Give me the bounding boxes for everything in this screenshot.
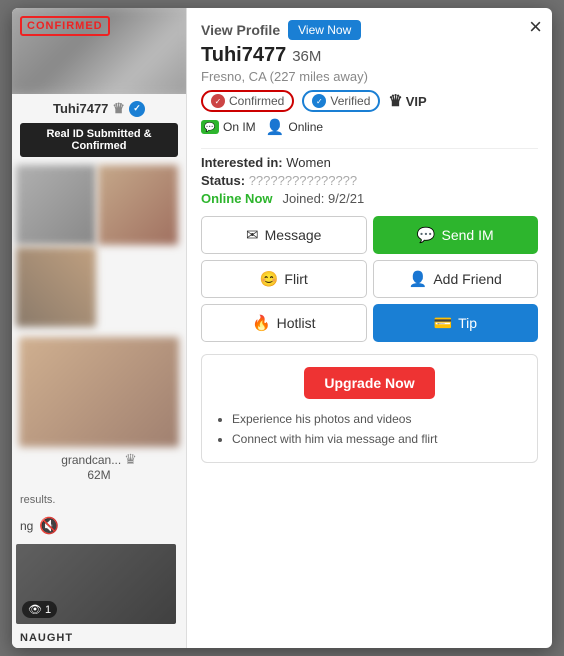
sidebar: CONFIRMED Tuhi7477 ♛ ✓ Real ID Submitted…	[12, 8, 187, 648]
on-im-label: On IM	[223, 120, 256, 134]
smile-icon: 😊	[260, 270, 279, 288]
notif-text: ng	[20, 519, 33, 533]
vip-badge: ♛ VIP	[388, 91, 426, 111]
sidebar-photo-1[interactable]	[16, 165, 96, 245]
mute-icon: 🔇	[39, 516, 59, 536]
joined-date: 9/2/21	[328, 191, 364, 206]
confirm-check-icon: ✓	[211, 94, 225, 108]
upgrade-item-1: Experience his photos and videos	[232, 409, 525, 429]
sidebar-username: Tuhi7477	[53, 101, 108, 116]
eye-icon: 👁	[28, 603, 42, 616]
im-icon: 💬	[201, 120, 219, 134]
upgrade-item-2: Connect with him via message and flirt	[232, 429, 525, 449]
view-now-button[interactable]: View Now	[288, 20, 361, 40]
profile-modal: CONFIRMED Tuhi7477 ♛ ✓ Real ID Submitted…	[12, 8, 552, 648]
divider	[201, 148, 538, 149]
chat-icon: 💬	[417, 226, 436, 244]
header-row: View Profile View Now	[201, 20, 538, 40]
vip-label: VIP	[406, 94, 427, 109]
vip-crown-icon: ♛	[388, 91, 402, 111]
tip-icon: 💳	[433, 314, 452, 332]
sidebar-user2-age: 62M	[87, 468, 110, 482]
username-row: Tuhi7477 36M	[201, 44, 538, 67]
real-id-badge: Real ID Submitted & Confirmed	[20, 123, 178, 157]
upgrade-list: Experience his photos and videos Connect…	[214, 409, 525, 450]
action-buttons: ✉ Message 💬 Send IM 😊 Flirt 👤 Add Friend	[201, 216, 538, 342]
sidebar-photo-3[interactable]	[16, 247, 96, 327]
status-value: ???????????????	[249, 173, 357, 188]
main-content: × View Profile View Now Tuhi7477 36M Fre…	[187, 8, 552, 648]
tip-button[interactable]: 💳 Tip	[373, 304, 539, 342]
badges-row: ✓ Confirmed ✓ Verified ♛ VIP	[201, 90, 538, 112]
sidebar-user2-name: grandcan... ♛	[61, 451, 137, 468]
confirmed-status-badge: ✓ Confirmed	[201, 90, 294, 112]
modal-body: CONFIRMED Tuhi7477 ♛ ✓ Real ID Submitted…	[12, 8, 552, 648]
verify-check-icon: ✓	[312, 94, 326, 108]
online-joined-row: Online Now Joined: 9/2/21	[201, 191, 538, 206]
status-label: Status:	[201, 173, 245, 188]
message-button[interactable]: ✉ Message	[201, 216, 367, 254]
sidebar-naughty: NAUGHT	[12, 628, 186, 648]
sidebar-photo-2[interactable]	[98, 165, 178, 245]
close-button[interactable]: ×	[529, 16, 542, 38]
main-photo[interactable]: CONFIRMED	[12, 8, 186, 94]
verified-status-badge: ✓ Verified	[302, 90, 380, 112]
hotlist-button[interactable]: 🔥 Hotlist	[201, 304, 367, 342]
upgrade-now-button[interactable]: Upgrade Now	[304, 367, 434, 399]
interested-row: Interested in: Women	[201, 155, 538, 170]
sidebar-bottom-text: results.	[12, 488, 186, 512]
sidebar-photos	[12, 161, 186, 331]
eye-badge: 👁 1	[22, 601, 57, 618]
confirmed-label: Confirmed	[229, 94, 284, 108]
status-info-row: Status: ???????????????	[201, 173, 538, 188]
view-profile-link[interactable]: View Profile	[201, 22, 280, 38]
upgrade-box: Upgrade Now Experience his photos and vi…	[201, 354, 538, 463]
joined-label: Joined: 9/2/21	[283, 191, 365, 206]
user2-crown-icon: ♛	[124, 451, 137, 468]
modal-overlay: CONFIRMED Tuhi7477 ♛ ✓ Real ID Submitted…	[0, 0, 564, 656]
verified-check-icon: ✓	[129, 101, 145, 117]
interested-label: Interested in:	[201, 155, 283, 170]
crown-icon: ♛	[112, 100, 125, 117]
eye-count: 1	[45, 604, 51, 616]
verified-label: Verified	[330, 94, 370, 108]
add-friend-button[interactable]: 👤 Add Friend	[373, 260, 539, 298]
profile-username: Tuhi7477	[201, 44, 286, 67]
online-status: 👤 Online	[266, 118, 323, 136]
sidebar-notif-row: ng 🔇	[12, 512, 186, 540]
confirmed-badge: CONFIRMED	[20, 16, 110, 36]
profile-location: Fresno, CA (227 miles away)	[201, 69, 538, 84]
status-row: 💬 On IM 👤 Online	[201, 118, 538, 136]
envelope-icon: ✉	[246, 226, 259, 244]
online-now-label: Online Now	[201, 191, 273, 206]
sidebar-thumb-row: 👁 1	[12, 540, 186, 628]
online-label: Online	[288, 120, 323, 134]
profile-age: 36M	[292, 48, 321, 65]
sidebar-user2: grandcan... ♛ 62M	[12, 331, 186, 488]
person-add-icon: 👤	[409, 270, 428, 288]
interested-value: Women	[286, 155, 331, 170]
on-im-status: 💬 On IM	[201, 120, 256, 134]
fire-icon: 🔥	[252, 314, 271, 332]
sidebar-user2-photo[interactable]	[19, 337, 179, 447]
flirt-button[interactable]: 😊 Flirt	[201, 260, 367, 298]
sidebar-username-row: Tuhi7477 ♛ ✓	[12, 94, 186, 119]
person-icon: 👤	[266, 118, 285, 136]
send-im-button[interactable]: 💬 Send IM	[373, 216, 539, 254]
